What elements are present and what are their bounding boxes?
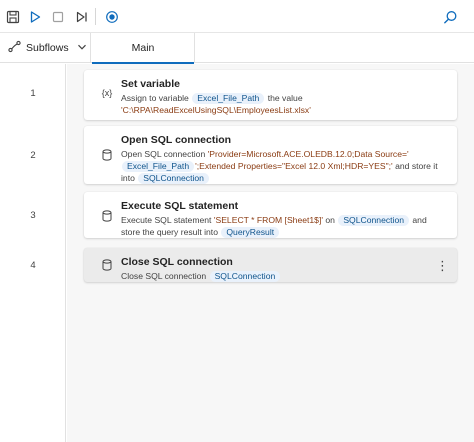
action-description: Execute SQL statement 'SELECT * FROM [Sh… [121,215,427,238]
action-set-variable[interactable]: {x} Set variable Assign to variable Exce… [84,70,457,120]
database-icon [100,258,114,272]
chevron-down-icon [77,42,87,55]
action-title: Set variable [121,78,180,90]
variable-token[interactable]: SQLConnection [338,215,410,226]
variable-token[interactable]: QueryResult [221,227,280,238]
action-close-sql-connection[interactable]: Close SQL connection Close SQL connectio… [84,248,457,282]
tab-main-label: Main [131,42,155,54]
literal-value: 'SELECT * FROM [Sheet1$]' [213,215,323,225]
run-next-action-icon[interactable] [71,6,93,28]
variable-icon: {x} [101,88,113,98]
subflows-icon [8,40,21,56]
run-icon[interactable] [24,6,46,28]
line-number: 1 [30,88,36,99]
tab-bar: Subflows Main [0,33,474,64]
database-icon [100,209,114,223]
action-execute-sql-statement[interactable]: Execute SQL statement Execute SQL statem… [84,192,457,238]
action-description: Assign to variable Excel_File_Path the v… [121,93,311,115]
action-title: Execute SQL statement [121,200,239,212]
line-number-gutter [0,64,66,442]
variable-token[interactable]: Excel_File_Path [122,161,195,172]
variable-token[interactable]: SQLConnection [138,173,209,184]
literal-value: 'C:\RPA\ReadExcelUsingSQL\EmployeesList.… [121,105,311,115]
literal-value: 'Provider=Microsoft.ACE.OLEDB.12.0;Data … [207,149,409,159]
action-description: Open SQL connection 'Provider=Microsoft.… [121,149,438,184]
variable-token[interactable]: Excel_File_Path [192,93,265,104]
action-title: Open SQL connection [121,134,232,146]
save-icon[interactable] [2,6,24,28]
line-number: 3 [30,210,36,221]
record-icon[interactable] [101,6,123,28]
stop-icon[interactable] [47,6,69,28]
database-icon [100,148,114,162]
action-title: Close SQL connection [121,256,233,268]
action-open-sql-connection[interactable]: Open SQL connection Open SQL connection … [84,126,457,184]
tab-main[interactable]: Main [92,33,195,64]
toolbar-divider [95,8,96,25]
variable-token[interactable]: SQLConnection [209,271,281,282]
more-options-icon[interactable]: ⋮ [436,258,449,274]
subflows-label: Subflows [26,42,69,54]
toolbar [0,0,474,33]
action-description: Close SQL connection SQLConnection [121,270,443,282]
line-number: 2 [30,150,36,161]
subflows-dropdown[interactable]: Subflows [0,33,91,63]
literal-value: ';Extended Properties="Excel 12.0 Xml;HD… [195,161,393,171]
search-icon[interactable] [439,6,461,28]
line-number: 4 [30,260,36,271]
